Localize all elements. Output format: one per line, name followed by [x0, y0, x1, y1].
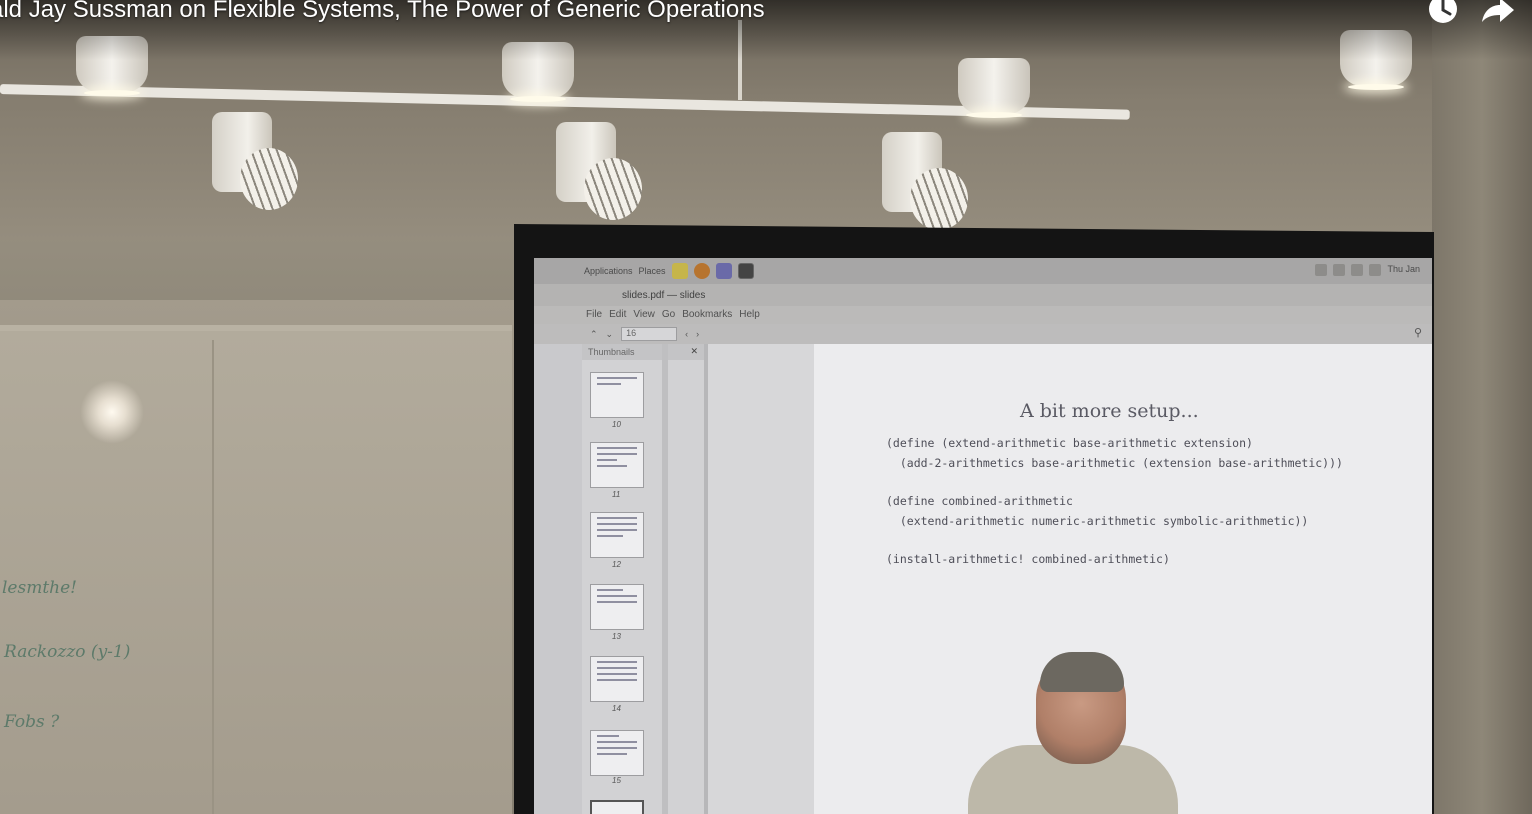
applications-menu: Applications — [584, 266, 633, 276]
window-title: slides.pdf — slides — [534, 284, 1432, 306]
sidebar-scrollbar — [662, 344, 668, 814]
prev-page-icon: ⌃ — [590, 328, 598, 339]
sidebar-title: Thumbnails — [588, 347, 635, 357]
back-icon: ‹ — [685, 329, 689, 339]
code-line: (extend-arithmetic numeric-arithmetic sy… — [886, 514, 1309, 528]
panel-launcher-icon — [671, 263, 688, 279]
watch-later-button[interactable] — [1424, 0, 1464, 32]
presenter-hair — [1040, 652, 1124, 692]
forward-icon: › — [696, 329, 700, 339]
firefox-icon — [693, 263, 710, 279]
menu-view: View — [633, 309, 655, 320]
thumbnail-number: 10 — [612, 420, 621, 429]
next-page-icon: ⌄ — [605, 328, 614, 339]
thumbnail-number: 13 — [612, 632, 621, 641]
tray-icon — [1351, 264, 1364, 276]
track-light — [958, 58, 1030, 118]
emacs-icon — [715, 263, 732, 279]
tray-icon — [1333, 264, 1346, 276]
menu-edit: Edit — [609, 309, 627, 320]
light-reflection — [80, 380, 144, 444]
terminal-icon — [737, 263, 754, 279]
sidebar-header: Thumbnails ✕ — [582, 344, 704, 360]
tray-icon — [1315, 264, 1328, 276]
page-thumbnail — [590, 584, 644, 630]
clock-icon — [1429, 0, 1457, 23]
menu-file: File — [586, 309, 603, 320]
code-line: (define combined-arithmetic — [886, 494, 1073, 508]
panel-clock: Thu Jan — [1387, 264, 1420, 274]
menu-go: Go — [661, 309, 676, 320]
thumbnail-number: 12 — [612, 560, 621, 569]
menu-help: Help — [739, 309, 760, 320]
places-menu: Places — [638, 266, 666, 276]
spot-light — [556, 122, 642, 220]
right-wall — [1432, 0, 1532, 814]
volume-icon — [1369, 264, 1382, 276]
close-icon: ✕ — [690, 346, 698, 356]
whiteboard-note: Rackozzo (y-1) — [4, 642, 131, 662]
code-line: (define (extend-arithmetic base-arithmet… — [886, 436, 1253, 450]
page-thumbnail — [590, 442, 644, 488]
slide-page: A bit more setup... (define (extend-arit… — [814, 344, 1432, 814]
thumbnail-sidebar: Thumbnails ✕ 10 11 12 13 14 15 — [582, 344, 708, 814]
whiteboard-note: lesmthe! — [2, 578, 78, 598]
page-thumbnail — [590, 730, 644, 776]
viewer-toolbar: ⌃ ⌄ 16 ‹ › ⚲ — [534, 324, 1432, 344]
menu-bar: File Edit View Go Bookmarks Help — [534, 306, 1432, 324]
thumbnail-number: 11 — [612, 490, 621, 499]
system-tray: Thu Jan — [1315, 264, 1420, 276]
whiteboard-note: Fobs ? — [4, 712, 60, 732]
slide-title: A bit more setup... — [1020, 400, 1199, 422]
video-frame[interactable]: lesmthe! Rackozzo (y-1) Fobs ? Applicati… — [0, 0, 1532, 814]
desktop-top-panel: Applications Places Thu Jan — [534, 258, 1432, 284]
share-button[interactable] — [1478, 0, 1518, 32]
page-thumbnail — [590, 372, 644, 418]
thumbnail-number: 14 — [612, 704, 621, 713]
whiteboard — [0, 325, 512, 814]
page-number-field: 16 — [621, 327, 678, 341]
projected-desktop: Applications Places Thu Jan slides.pdf —… — [534, 258, 1432, 814]
page-thumbnail — [590, 656, 644, 702]
code-line: (install-arithmetic! combined-arithmetic… — [886, 552, 1170, 566]
thumbnail-number: 15 — [612, 776, 621, 785]
search-icon: ⚲ — [1413, 327, 1422, 339]
spot-light — [212, 112, 298, 210]
code-line: (add-2-arithmetics base-arithmetic (exte… — [886, 456, 1343, 470]
menu-bookmarks: Bookmarks — [682, 309, 733, 320]
video-title[interactable]: ald Jay Sussman on Flexible Systems, The… — [0, 0, 765, 24]
page-thumbnail-selected — [590, 800, 644, 814]
page-thumbnail — [590, 512, 644, 558]
whiteboard-seam — [212, 340, 214, 814]
spot-light — [882, 132, 968, 230]
share-arrow-icon — [1482, 0, 1514, 22]
